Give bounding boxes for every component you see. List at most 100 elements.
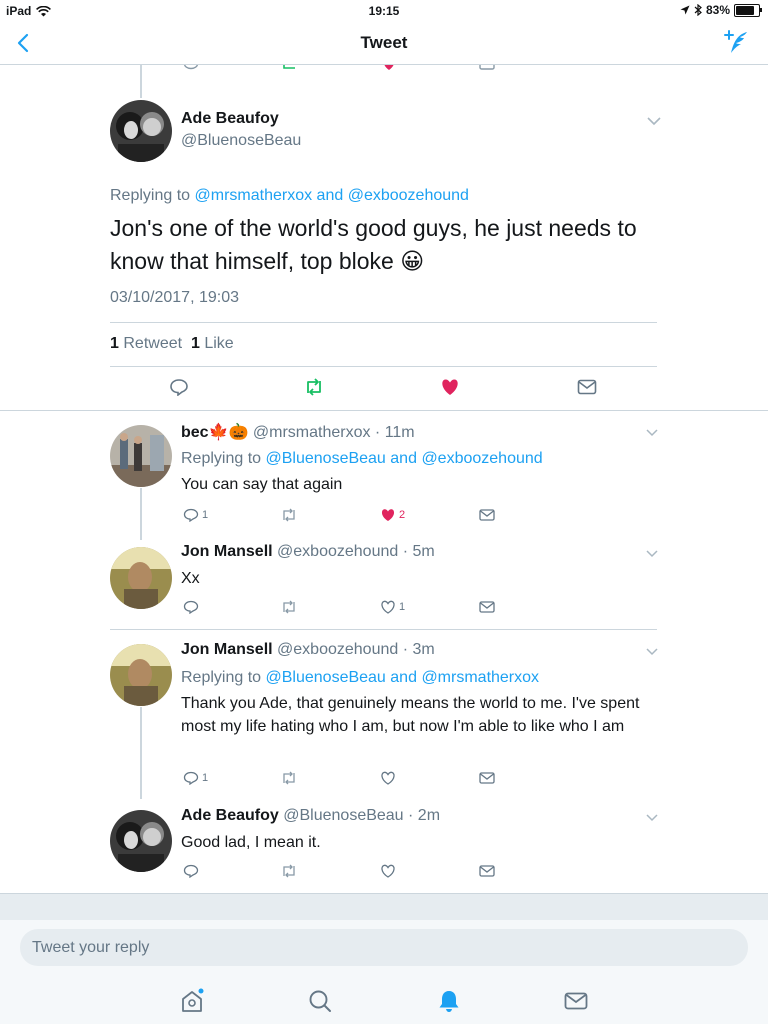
mention-link[interactable]: @mrsmatherxox bbox=[195, 187, 313, 204]
divider bbox=[110, 366, 657, 367]
author-name[interactable]: Jon Mansell bbox=[181, 641, 273, 658]
like-count: 1 bbox=[399, 601, 406, 613]
replying-and[interactable]: and bbox=[390, 669, 417, 686]
direct-message-button[interactable] bbox=[479, 771, 495, 785]
reply-button[interactable]: 1 bbox=[183, 771, 208, 785]
direct-message-button[interactable] bbox=[479, 508, 495, 522]
tweet-text: Jon's one of the world's good guys, he j… bbox=[110, 212, 670, 278]
mention-link[interactable]: @exboozehound bbox=[348, 187, 469, 204]
replying-and[interactable]: and bbox=[317, 187, 344, 204]
retweet-icon bbox=[283, 864, 295, 878]
like-button[interactable] bbox=[380, 864, 396, 878]
thread-connector bbox=[140, 488, 142, 540]
avatar[interactable] bbox=[110, 810, 172, 872]
retweet-button[interactable] bbox=[280, 508, 298, 522]
list-footer bbox=[0, 893, 768, 921]
author-handle[interactable]: @exboozehound bbox=[277, 543, 398, 560]
reply-icon bbox=[170, 379, 188, 396]
envelope-icon bbox=[564, 992, 588, 1010]
reply-header: Jon Mansell @exboozehound · 5m bbox=[181, 543, 435, 560]
mention-link[interactable]: @BluenoseBeau bbox=[266, 669, 386, 686]
tab-notifications[interactable] bbox=[436, 988, 462, 1014]
envelope-icon bbox=[479, 865, 495, 877]
avatar[interactable] bbox=[110, 100, 172, 162]
reply-button[interactable] bbox=[183, 600, 202, 614]
author-name[interactable]: Ade Beaufoy bbox=[181, 110, 279, 128]
author-handle[interactable]: @BluenoseBeau bbox=[283, 807, 403, 824]
reply-button[interactable] bbox=[183, 864, 199, 878]
reply-icon bbox=[183, 508, 199, 522]
reply-button[interactable]: 1 bbox=[183, 508, 208, 522]
author-handle[interactable]: @BluenoseBeau bbox=[181, 132, 301, 150]
retweet-button[interactable] bbox=[280, 771, 298, 785]
envelope-icon bbox=[479, 509, 495, 521]
page-title: Tweet bbox=[360, 33, 408, 52]
retweet-icon bbox=[283, 508, 295, 522]
replying-and[interactable]: and bbox=[390, 450, 417, 467]
retweet-label[interactable]: Retweet bbox=[123, 335, 182, 352]
avatar[interactable] bbox=[110, 644, 172, 706]
chevron-down-icon[interactable] bbox=[645, 428, 659, 438]
reply-header: Ade Beaufoy @BluenoseBeau · 2m bbox=[181, 807, 441, 824]
reply-icon bbox=[183, 864, 199, 878]
direct-message-button[interactable] bbox=[479, 864, 495, 878]
heart-outline-icon bbox=[381, 864, 395, 878]
bluetooth-icon bbox=[694, 4, 702, 16]
avatar[interactable] bbox=[110, 425, 172, 487]
bell-icon bbox=[439, 991, 459, 1012]
compose-tweet-button[interactable] bbox=[722, 30, 750, 56]
reply-icon bbox=[183, 771, 199, 785]
like-label[interactable]: Like bbox=[204, 335, 233, 352]
envelope-icon bbox=[479, 601, 495, 613]
like-button[interactable] bbox=[380, 771, 396, 785]
direct-message-button[interactable] bbox=[577, 378, 597, 396]
prev-like-icon[interactable] bbox=[382, 65, 396, 71]
heart-filled-icon bbox=[381, 509, 395, 521]
reply-count: 1 bbox=[202, 772, 209, 784]
author-name[interactable]: Jon Mansell bbox=[181, 543, 273, 560]
prev-retweet-icon[interactable] bbox=[282, 65, 300, 71]
retweet-button[interactable] bbox=[280, 864, 298, 878]
author-handle[interactable]: @mrsmatherxox bbox=[253, 424, 371, 441]
battery-icon bbox=[734, 3, 762, 17]
mention-link[interactable]: @exboozehound bbox=[421, 450, 542, 467]
mention-link[interactable]: @mrsmatherxox bbox=[421, 669, 539, 686]
nav-bar: Tweet bbox=[0, 22, 768, 65]
tab-home[interactable] bbox=[179, 988, 205, 1014]
chevron-down-icon[interactable] bbox=[645, 549, 659, 559]
search-icon bbox=[309, 990, 331, 1012]
mention-link[interactable]: @BluenoseBeau bbox=[266, 450, 386, 467]
retweet-icon bbox=[283, 771, 295, 785]
reply-count: 1 bbox=[202, 509, 209, 521]
prev-message-icon[interactable] bbox=[479, 65, 495, 71]
like-button[interactable] bbox=[440, 378, 460, 396]
status-bar: iPad 19:15 83% bbox=[0, 0, 768, 22]
prev-reply-icon[interactable] bbox=[183, 65, 199, 71]
tab-search[interactable] bbox=[307, 988, 333, 1014]
heart-filled-icon bbox=[442, 379, 458, 395]
retweet-button[interactable] bbox=[303, 378, 325, 396]
tab-messages[interactable] bbox=[563, 988, 589, 1014]
author-handle[interactable]: @exboozehound bbox=[277, 641, 398, 658]
retweet-count[interactable]: 1 bbox=[110, 335, 119, 352]
like-button[interactable]: 2 bbox=[380, 508, 405, 522]
reply-icon bbox=[183, 600, 199, 614]
divider bbox=[0, 410, 768, 411]
author-name[interactable]: bec🍁🎃 bbox=[181, 424, 248, 441]
retweet-button[interactable] bbox=[280, 600, 298, 614]
direct-message-button[interactable] bbox=[479, 600, 495, 614]
clock: 19:15 bbox=[368, 4, 400, 18]
avatar[interactable] bbox=[110, 547, 172, 609]
chevron-down-icon[interactable] bbox=[647, 116, 661, 126]
replying-to-label: Replying to bbox=[110, 187, 191, 204]
tweet-reply-input[interactable] bbox=[20, 929, 748, 966]
like-button[interactable]: 1 bbox=[380, 600, 405, 614]
reply-button[interactable] bbox=[169, 378, 189, 396]
battery-percent: 83% bbox=[705, 3, 730, 17]
chevron-down-icon[interactable] bbox=[645, 647, 659, 657]
author-name[interactable]: Ade Beaufoy bbox=[181, 807, 279, 824]
chevron-down-icon[interactable] bbox=[645, 813, 659, 823]
tweet-stats: 1 Retweet 1 Like bbox=[110, 335, 234, 353]
like-count[interactable]: 1 bbox=[191, 335, 200, 352]
reply-time: 5m bbox=[412, 543, 435, 560]
